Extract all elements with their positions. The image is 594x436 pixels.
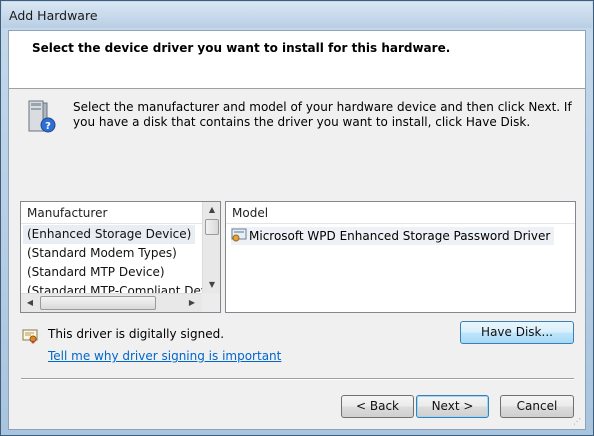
model-column-header[interactable]: Model (226, 202, 575, 224)
model-list-item[interactable]: Microsoft WPD Enhanced Storage Password … (231, 227, 555, 245)
manufacturer-vertical-scrollbar[interactable]: ▲ ▼ (202, 202, 220, 294)
manufacturer-list-item[interactable]: (Enhanced Storage Device) (21, 225, 202, 244)
manufacturer-horizontal-scrollbar[interactable]: ◀ ▶ (21, 293, 202, 312)
manufacturer-list-item[interactable]: (Standard MTP-Compliant Devic (21, 282, 202, 293)
resize-grip-icon[interactable]: ⋰ (573, 417, 583, 427)
signature-status: This driver is digitally signed. (48, 327, 225, 341)
vertical-scroll-thumb[interactable] (205, 219, 219, 235)
hardware-icon: ? (28, 100, 56, 133)
svg-text:?: ? (45, 121, 51, 132)
button-separator (21, 378, 574, 380)
next-button[interactable]: Next > (416, 395, 489, 418)
manufacturer-list-item[interactable]: (Standard Modem Types) (21, 244, 202, 263)
manufacturer-items: (Enhanced Storage Device) (Standard Mode… (21, 225, 202, 293)
window-title: Add Hardware (9, 8, 98, 23)
back-button[interactable]: < Back (341, 395, 414, 418)
model-listbox[interactable]: Model Microsoft WPD Enhanced Storage Pas… (225, 201, 576, 313)
manufacturer-list-item[interactable]: (Standard MTP Device) (21, 263, 202, 282)
title-bar[interactable]: Add Hardware (2, 2, 592, 28)
driver-signing-link[interactable]: Tell me why driver signing is important (48, 349, 281, 363)
manufacturer-column-header[interactable]: Manufacturer (21, 202, 202, 224)
cancel-button[interactable]: Cancel (500, 395, 574, 418)
scroll-left-icon[interactable]: ◀ (21, 298, 39, 307)
add-hardware-window: Add Hardware Select the device driver yo… (0, 0, 594, 436)
manufacturer-item-label: (Enhanced Storage Device) (23, 225, 196, 244)
model-item-label: Microsoft WPD Enhanced Storage Password … (249, 229, 551, 243)
dialog-client-area: Select the device driver you want to ins… (8, 30, 586, 430)
header-band: Select the device driver you want to ins… (9, 31, 585, 89)
have-disk-button[interactable]: Have Disk... (460, 321, 574, 344)
scroll-right-icon[interactable]: ▶ (183, 298, 201, 307)
certificate-icon (22, 329, 38, 344)
intro-text: Select the manufacturer and model of you… (73, 100, 572, 129)
page-title: Select the device driver you want to ins… (32, 41, 451, 55)
scroll-down-icon[interactable]: ▼ (203, 280, 221, 289)
scrollbar-corner (202, 293, 220, 312)
driver-icon (231, 228, 247, 242)
manufacturer-listbox[interactable]: Manufacturer (Enhanced Storage Device) (… (20, 201, 221, 313)
scroll-up-icon[interactable]: ▲ (203, 205, 221, 214)
horizontal-scroll-thumb[interactable] (40, 296, 156, 310)
